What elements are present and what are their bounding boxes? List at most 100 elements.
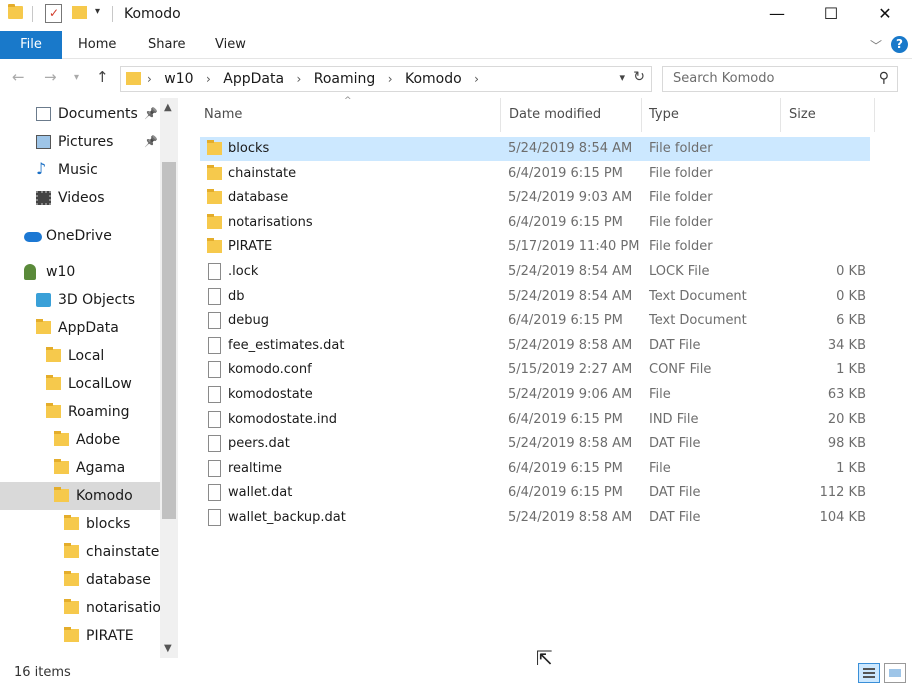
scroll-thumb[interactable]	[162, 162, 176, 519]
file-name: db	[228, 288, 245, 304]
table-row[interactable]: chainstate 6/4/2019 6:15 PM File folder	[200, 162, 870, 186]
details-view-icon[interactable]	[858, 663, 880, 683]
sidebar-item-appdata[interactable]: AppData	[0, 314, 160, 342]
scroll-up-icon[interactable]: ▲	[164, 102, 172, 113]
sidebar-item-database[interactable]: database	[0, 566, 160, 594]
sidebar-item-documents[interactable]: Documents 📌	[0, 100, 160, 128]
sidebar-item-blocks[interactable]: blocks	[0, 510, 160, 538]
sidebar-item-pictures[interactable]: Pictures 📌	[0, 128, 160, 156]
nav-scrollbar[interactable]: ▲ ▼	[160, 98, 178, 658]
folder-icon	[64, 543, 79, 558]
file-type: File	[649, 387, 671, 402]
table-row[interactable]: notarisations 6/4/2019 6:15 PM File folder	[200, 211, 870, 235]
separator	[32, 6, 33, 22]
folder-icon	[8, 4, 23, 19]
sidebar-item-locallow[interactable]: LocalLow	[0, 370, 160, 398]
sidebar-item-label: w10	[46, 264, 76, 280]
table-row[interactable]: .lock 5/24/2019 8:54 AM LOCK File 0 KB	[200, 260, 870, 284]
refresh-icon[interactable]: ↻	[633, 69, 645, 85]
table-row[interactable]: db 5/24/2019 8:54 AM Text Document 0 KB	[200, 285, 870, 309]
file-name: wallet.dat	[228, 485, 293, 501]
recent-locations-icon[interactable]: ▾	[74, 72, 79, 83]
sidebar-item-w10[interactable]: w10	[0, 258, 160, 286]
breadcrumb-roaming[interactable]: Roaming	[314, 71, 376, 87]
back-arrow-icon[interactable]: ←	[12, 68, 25, 86]
file-icon	[208, 312, 221, 330]
tab-view[interactable]: View	[201, 31, 260, 59]
sidebar-item-agama[interactable]: Agama	[0, 454, 160, 482]
forward-arrow-icon[interactable]: →	[44, 68, 57, 86]
expand-ribbon-icon[interactable]: ﹀	[870, 37, 882, 54]
properties-icon[interactable]: ✓	[45, 4, 62, 23]
sidebar-item-label: LocalLow	[68, 376, 132, 392]
sidebar-item-komodo[interactable]: Komodo	[0, 482, 160, 510]
sidebar-item-3d-objects[interactable]: 3D Objects	[0, 286, 160, 314]
file-name: komodostate	[228, 387, 313, 402]
tab-home[interactable]: Home	[64, 31, 130, 59]
scroll-down-icon[interactable]: ▼	[164, 643, 172, 654]
table-row[interactable]: realtime 6/4/2019 6:15 PM File 1 KB	[200, 457, 870, 481]
close-button[interactable]: ✕	[858, 0, 912, 30]
table-row[interactable]: database 5/24/2019 9:03 AM File folder	[200, 186, 870, 210]
table-row[interactable]: fee_estimates.dat 5/24/2019 8:58 AM DAT Fi…	[200, 334, 870, 358]
pin-icon[interactable]: 📌	[144, 100, 158, 128]
column-date-modified[interactable]: Date modified	[509, 98, 639, 132]
search-input[interactable]: Search Komodo ⚲	[662, 66, 898, 92]
file-type: File folder	[649, 214, 713, 230]
customize-toolbar-icon[interactable]: ▾	[95, 6, 100, 17]
table-row[interactable]: peers.dat 5/24/2019 8:58 AM DAT File 98 KB	[200, 432, 870, 456]
table-row[interactable]: komodostate 5/24/2019 9:06 AM File 63 KB	[200, 383, 870, 407]
breadcrumb-w10[interactable]: w10	[164, 71, 193, 87]
large-icons-view-icon[interactable]	[884, 663, 906, 683]
sidebar-item-onedrive[interactable]: OneDrive	[0, 222, 160, 250]
folder-icon	[64, 571, 79, 586]
pin-icon[interactable]: 📌	[144, 128, 158, 156]
table-row[interactable]: komodostate.ind 6/4/2019 6:15 PM IND File 2…	[200, 408, 870, 432]
file-name: PIRATE	[228, 239, 273, 255]
table-row[interactable]: komodo.conf 5/15/2019 2:27 AM CONF File 1 K…	[200, 358, 870, 382]
file-list: Name ^ Date modified Type Size blocks 5/2…	[192, 96, 912, 658]
tab-file[interactable]: File	[0, 31, 62, 59]
file-icon	[208, 386, 221, 403]
table-row[interactable]: wallet.dat 6/4/2019 6:15 PM DAT File 112 KB	[200, 481, 870, 505]
breadcrumb-komodo[interactable]: Komodo	[405, 71, 462, 87]
column-size[interactable]: Size	[789, 98, 869, 132]
table-row[interactable]: blocks 5/24/2019 8:54 AM File folder	[200, 137, 870, 161]
column-type[interactable]: Type	[649, 98, 779, 132]
table-row[interactable]: wallet_backup.dat 5/24/2019 8:58 AM DAT Fi…	[200, 506, 870, 530]
file-date-modified: 5/24/2019 8:58 AM	[508, 436, 633, 452]
maximize-button[interactable]: ☐	[804, 0, 858, 30]
file-icon	[208, 361, 221, 379]
item-count: 16 items	[14, 665, 71, 680]
folder-icon	[54, 487, 69, 502]
address-bar[interactable]: › w10 › AppData › Roaming › Komodo › ▾ ↻	[120, 66, 652, 92]
sidebar-item-chainstate[interactable]: chainstate	[0, 538, 160, 566]
folder-icon	[207, 238, 222, 254]
file-name: blocks	[228, 141, 270, 156]
breadcrumb-appdata[interactable]: AppData	[223, 71, 284, 87]
help-icon[interactable]: ?	[891, 36, 908, 53]
sidebar-item-adobe[interactable]: Adobe	[0, 426, 160, 454]
table-row[interactable]: debug 6/4/2019 6:15 PM Text Document 6 KB	[200, 309, 870, 333]
sidebar-item-label: Komodo	[76, 488, 133, 504]
sidebar-item-pirate[interactable]: PIRATE	[0, 622, 160, 650]
sidebar-item-roaming[interactable]: Roaming	[0, 398, 160, 426]
mouse-cursor-icon: ⇱	[536, 646, 553, 670]
sidebar-item-label: Videos	[58, 190, 105, 206]
file-size: 1 KB	[836, 460, 866, 476]
videos-icon	[36, 191, 51, 205]
sidebar-item-local[interactable]: Local	[0, 342, 160, 370]
up-arrow-icon[interactable]: ↑	[96, 68, 109, 86]
sidebar-item-videos[interactable]: Videos	[0, 184, 160, 212]
table-row[interactable]: PIRATE 5/17/2019 11:40 PM File folder	[200, 235, 870, 259]
minimize-button[interactable]: —	[750, 0, 804, 30]
file-date-modified: 5/24/2019 8:54 AM	[508, 141, 633, 156]
address-dropdown-icon[interactable]: ▾	[619, 71, 625, 84]
new-folder-icon[interactable]	[72, 6, 87, 19]
sidebar-item-music[interactable]: ♪ Music	[0, 156, 160, 184]
sidebar-item-notarisation[interactable]: notarisation	[0, 594, 170, 622]
tab-share[interactable]: Share	[134, 31, 200, 59]
file-type: File folder	[649, 165, 713, 181]
folder-icon	[207, 164, 222, 180]
folder-icon	[126, 72, 141, 85]
